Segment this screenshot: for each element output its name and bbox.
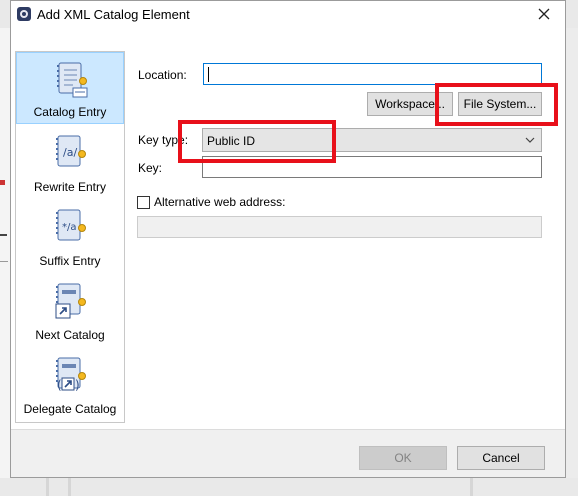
delegate-catalog-icon: ( )	[56, 357, 86, 392]
background-marker	[0, 261, 8, 262]
sidebar-item-catalog-entry[interactable]: Catalog Entry	[16, 52, 124, 124]
cancel-button[interactable]: Cancel	[457, 446, 545, 470]
eclipse-app-icon	[17, 7, 31, 21]
sidebar-item-label: Suffix Entry	[39, 254, 101, 268]
svg-text:): )	[75, 378, 80, 392]
alt-web-address-checkbox[interactable]	[137, 196, 150, 209]
svg-text:(: (	[57, 378, 62, 392]
rewrite-entry-icon: /a/	[56, 135, 86, 167]
location-label: Location:	[138, 68, 187, 82]
ok-button[interactable]: OK	[359, 446, 447, 470]
suffix-entry-icon: */a	[56, 209, 86, 241]
alt-web-address-input	[137, 216, 542, 238]
close-button[interactable]	[531, 3, 557, 25]
sidebar-item-label: Next Catalog	[35, 328, 105, 342]
sidebar-item-label: Delegate Catalog	[23, 402, 117, 416]
alt-web-address-label[interactable]: Alternative web address:	[154, 195, 285, 209]
text-caret	[208, 67, 209, 82]
key-label: Key:	[138, 161, 163, 175]
title-bar[interactable]: Add XML Catalog Element	[11, 1, 565, 29]
background-window-edge	[566, 28, 578, 478]
window-title: Add XML Catalog Element	[37, 7, 190, 22]
background-bottom-strip	[0, 478, 578, 496]
element-type-list: Catalog Entry /a/ Rewrite Entry */a Suff…	[15, 51, 125, 423]
add-xml-catalog-dialog: Add XML Catalog Element Catalog Entry /a…	[10, 0, 566, 478]
background-marker	[0, 234, 7, 236]
sidebar-item-label: Catalog Entry	[33, 105, 107, 119]
chevron-down-icon	[525, 137, 535, 143]
close-icon	[538, 8, 550, 20]
svg-text:*/a: */a	[62, 222, 77, 233]
highlight-box-file-system	[435, 83, 558, 126]
next-catalog-icon	[55, 283, 86, 319]
sidebar-item-rewrite-entry[interactable]: /a/ Rewrite Entry	[16, 126, 124, 198]
svg-text:/a/: /a/	[63, 146, 77, 159]
highlight-box-key-type	[178, 120, 336, 163]
sidebar-item-label: Rewrite Entry	[33, 180, 107, 194]
background-marker	[0, 180, 5, 185]
sidebar-item-next-catalog[interactable]: Next Catalog	[16, 274, 124, 346]
location-input[interactable]	[203, 63, 542, 85]
sidebar-item-suffix-entry[interactable]: */a Suffix Entry	[16, 200, 124, 272]
sidebar-item-delegate-catalog[interactable]: ( ) Delegate Catalog	[16, 348, 124, 420]
background-editor-gutter	[0, 28, 10, 496]
catalog-entry-icon	[57, 62, 88, 98]
